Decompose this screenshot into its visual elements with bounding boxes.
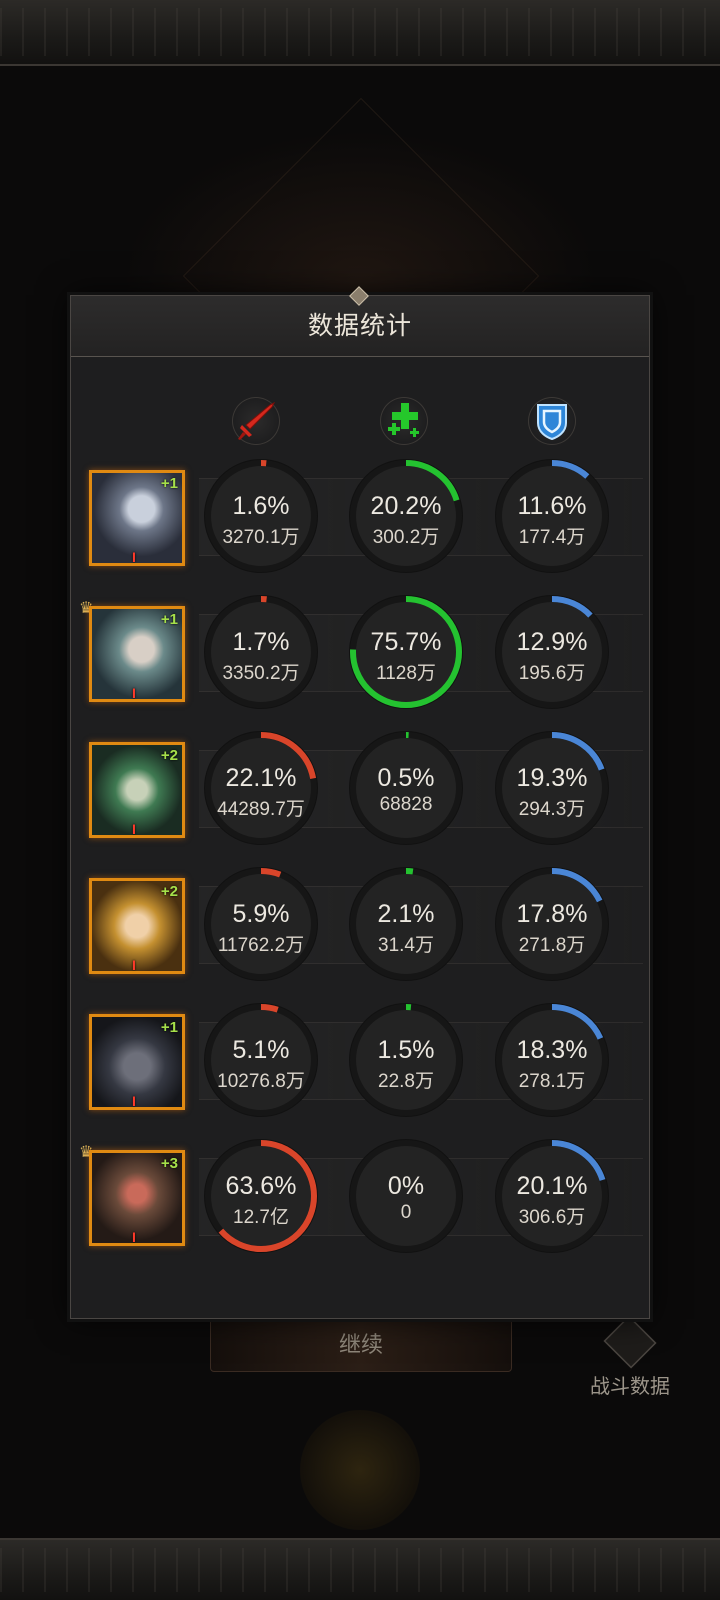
hero-rank-mark: I	[132, 1093, 136, 1109]
hero-level-badge: +1	[160, 611, 178, 628]
bottom-frame-bar	[0, 1538, 720, 1600]
hero-portrait[interactable]: +2 I	[89, 742, 185, 838]
stat-percentage: 1.6%	[232, 492, 290, 520]
stat-percentage: 63.6%	[225, 1172, 297, 1200]
hero-rank-mark: I	[132, 549, 136, 565]
damage-stat: 1.6% 3270.1万	[201, 456, 321, 576]
stat-value: 3350.2万	[222, 663, 300, 684]
damage-stat: 5.9% 11762.2万	[201, 864, 321, 984]
hero-rank-mark: I	[132, 957, 136, 973]
shield-stat: 12.9% 195.6万	[492, 592, 612, 712]
hero-rank-mark: I	[132, 821, 136, 837]
stat-percentage: 0.5%	[377, 764, 435, 792]
shield-stat: 17.8% 271.8万	[492, 864, 612, 984]
stat-value: 12.7亿	[233, 1207, 289, 1228]
shield-stat: 19.3% 294.3万	[492, 728, 612, 848]
hero-portrait[interactable]: +1 I	[89, 606, 185, 702]
heal-stat: 20.2% 300.2万	[346, 456, 466, 576]
hero-portrait[interactable]: +1 I	[89, 1014, 185, 1110]
battle-data-icon	[603, 1315, 657, 1369]
stat-value: 0	[400, 1202, 412, 1223]
top-frame-bar	[0, 0, 720, 66]
damage-stat: 63.6% 12.7亿	[201, 1136, 321, 1256]
hero-rank-mark: I	[132, 1229, 136, 1245]
data-statistics-dialog: 数据统计 +1 I 1.6% 3270.1万 20.2% 300.2万 11.6% 177.4…	[70, 286, 650, 1319]
battle-data-label: 战斗数据	[590, 1376, 670, 1398]
stat-value: 11762.2万	[217, 935, 305, 956]
stat-value: 68828	[379, 794, 433, 815]
hero-level-badge: +2	[160, 747, 178, 764]
heal-stat: 75.7% 1128万	[346, 592, 466, 712]
stat-percentage: 5.1%	[232, 1036, 290, 1064]
heal-stat: 0% 0	[346, 1136, 466, 1256]
stat-percentage: 1.7%	[232, 628, 290, 656]
column-icons	[71, 391, 649, 451]
heal-stat: 1.5% 22.8万	[346, 1000, 466, 1120]
dialog-title: 数据统计	[71, 296, 649, 357]
stat-percentage: 22.1%	[225, 764, 297, 792]
stat-percentage: 20.2%	[370, 492, 442, 520]
shield-icon	[522, 391, 582, 451]
stat-value: 22.8万	[378, 1071, 434, 1092]
stat-value: 300.2万	[372, 527, 440, 548]
battle-data-button[interactable]: 战斗数据	[582, 1315, 678, 1399]
stat-percentage: 1.5%	[377, 1036, 435, 1064]
stat-percentage: 75.7%	[370, 628, 442, 656]
hero-level-badge: +2	[160, 883, 178, 900]
damage-stat: 1.7% 3350.2万	[201, 592, 321, 712]
heal-stat: 2.1% 31.4万	[346, 864, 466, 984]
stat-value: 3270.1万	[222, 527, 300, 548]
damage-stat: 22.1% 44289.7万	[201, 728, 321, 848]
hero-row: +2 I 5.9% 11762.2万 2.1% 31.4万 17.8% 271.8万	[71, 864, 649, 988]
stat-value: 294.3万	[518, 799, 586, 820]
shield-stat: 11.6% 177.4万	[492, 456, 612, 576]
stat-value: 306.6万	[518, 1207, 586, 1228]
stat-percentage: 17.8%	[516, 900, 588, 928]
stat-percentage: 5.9%	[232, 900, 290, 928]
stat-value: 1128万	[376, 663, 436, 684]
hero-portrait[interactable]: +1 I	[89, 470, 185, 566]
stat-value: 271.8万	[518, 935, 586, 956]
hero-row: +1 I 5.1% 10276.8万 1.5% 22.8万 18.3% 278.1万	[71, 1000, 649, 1124]
stat-value: 31.4万	[378, 935, 434, 956]
stat-percentage: 2.1%	[377, 900, 435, 928]
hero-level-badge: +1	[160, 1019, 178, 1036]
hero-level-badge: +1	[160, 475, 178, 492]
stat-percentage: 19.3%	[516, 764, 588, 792]
heal-plus-icon	[374, 391, 434, 451]
hero-row: ♛ +1 I 1.7% 3350.2万 75.7% 1128万 12.9% 195.6万	[71, 592, 649, 716]
hero-level-badge: +3	[160, 1155, 178, 1172]
sword-icon	[226, 391, 286, 451]
stat-percentage: 0%	[387, 1172, 425, 1200]
background-coin-icon	[300, 1410, 420, 1530]
stat-value: 44289.7万	[217, 799, 305, 820]
continue-button[interactable]: 继续	[210, 1318, 512, 1372]
stat-percentage: 11.6%	[517, 492, 587, 520]
stat-value: 10276.8万	[217, 1071, 305, 1092]
hero-row: ♛ +3 I 63.6% 12.7亿 0% 0 20.1% 306.6万	[71, 1136, 649, 1260]
hero-rank-mark: I	[132, 685, 136, 701]
hero-portrait[interactable]: +2 I	[89, 878, 185, 974]
stat-value: 177.4万	[518, 527, 586, 548]
stat-value: 195.6万	[518, 663, 586, 684]
shield-stat: 20.1% 306.6万	[492, 1136, 612, 1256]
shield-stat: 18.3% 278.1万	[492, 1000, 612, 1120]
stat-percentage: 12.9%	[516, 628, 588, 656]
stat-percentage: 20.1%	[516, 1172, 588, 1200]
hero-row: +2 I 22.1% 44289.7万 0.5% 68828 19.3% 294.3万	[71, 728, 649, 852]
hero-portrait[interactable]: +3 I	[89, 1150, 185, 1246]
damage-stat: 5.1% 10276.8万	[201, 1000, 321, 1120]
hero-row: +1 I 1.6% 3270.1万 20.2% 300.2万 11.6% 177.4万	[71, 456, 649, 580]
heal-stat: 0.5% 68828	[346, 728, 466, 848]
stat-value: 278.1万	[518, 1071, 586, 1092]
stat-percentage: 18.3%	[516, 1036, 588, 1064]
